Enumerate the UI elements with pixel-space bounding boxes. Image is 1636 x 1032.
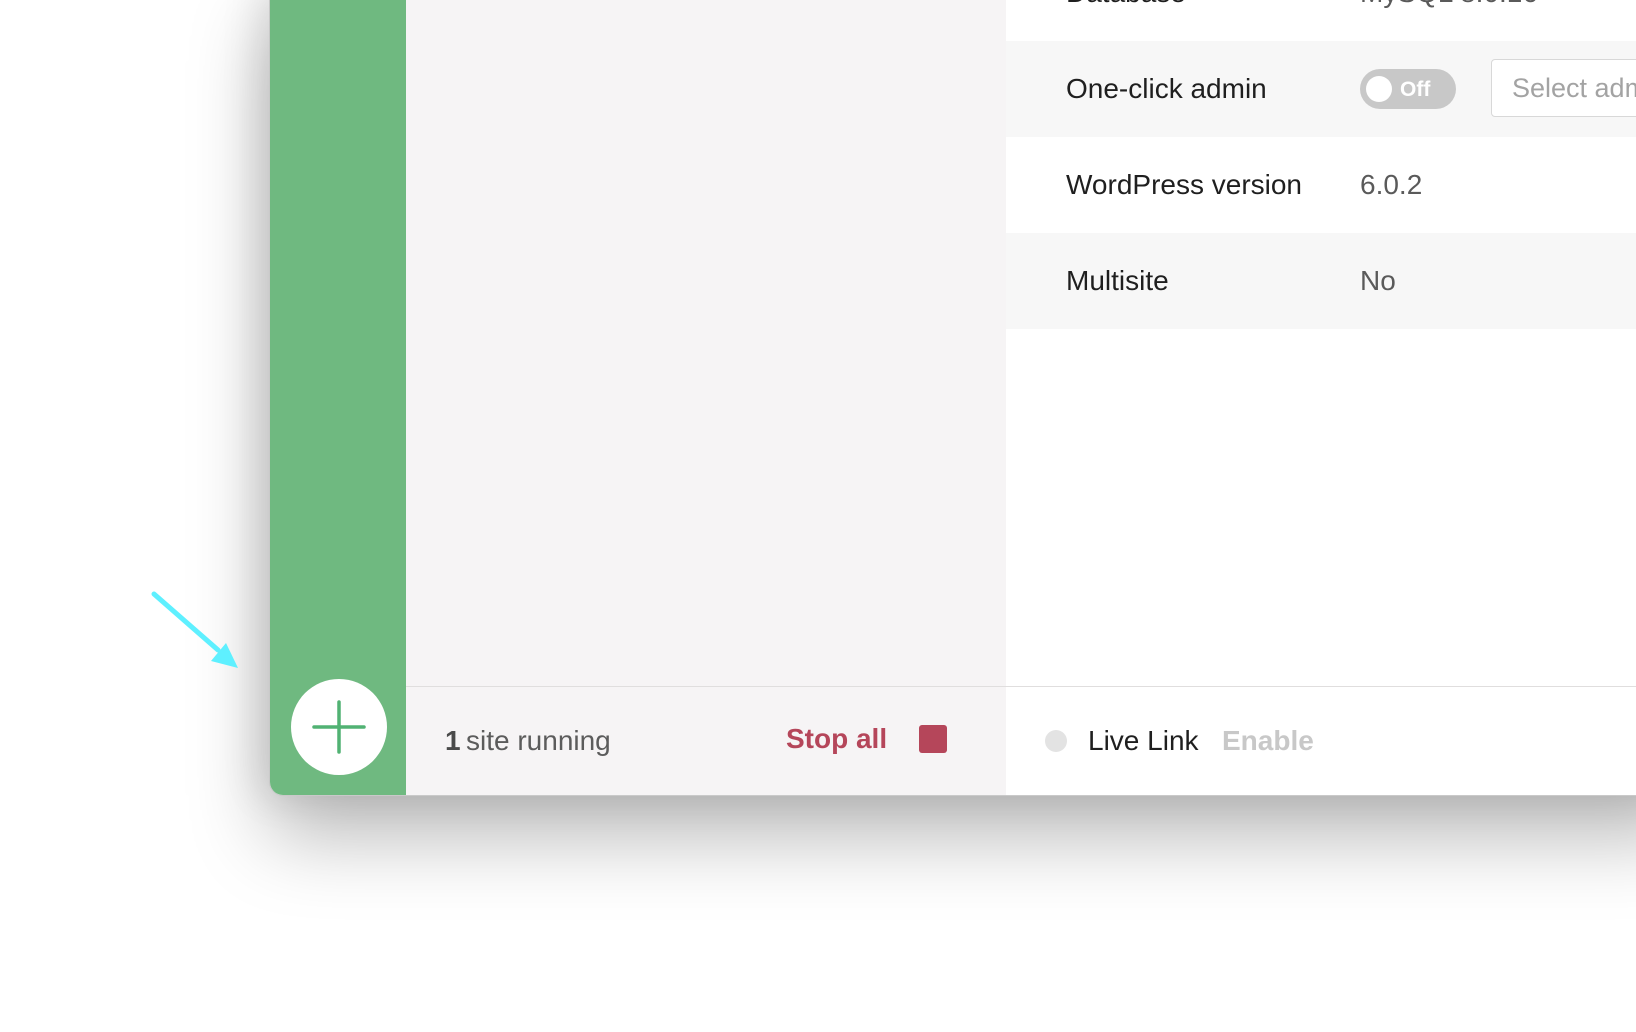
admin-user-select[interactable]: Select admin xyxy=(1491,59,1636,117)
status-dot-icon xyxy=(1045,730,1067,752)
footer-status-bar: 1 site running Stop all xyxy=(406,686,1006,795)
toggle-state-label: Off xyxy=(1400,78,1431,101)
database-value: MySQL 8.0.16 xyxy=(1360,0,1538,9)
wordpress-version-value: 6.0.2 xyxy=(1360,169,1423,200)
wordpress-version-label: WordPress version xyxy=(1066,169,1303,200)
site-list-panel xyxy=(406,0,1006,686)
running-site-count: 1 xyxy=(445,725,461,756)
app-window: Database MySQL 8.0.16 One-click admin Of… xyxy=(269,0,1636,796)
add-site-button[interactable] xyxy=(291,679,387,775)
sidebar xyxy=(270,0,406,795)
running-site-text: site running xyxy=(466,725,611,756)
site-details-panel: Database MySQL 8.0.16 One-click admin Of… xyxy=(1006,0,1636,686)
detail-row-one-click-admin: One-click admin Off Select admin xyxy=(1006,41,1636,137)
one-click-admin-toggle[interactable]: Off xyxy=(1360,69,1456,109)
detail-row-multisite: Multisite No xyxy=(1006,233,1636,329)
stop-square-icon[interactable] xyxy=(919,725,947,753)
screenshot-stage: Database MySQL 8.0.16 One-click admin Of… xyxy=(0,0,1636,1032)
toggle-knob xyxy=(1366,76,1392,102)
plus-icon xyxy=(312,700,366,754)
detail-row-database: Database MySQL 8.0.16 xyxy=(1006,0,1636,41)
database-label: Database xyxy=(1066,0,1186,9)
arrow-icon xyxy=(151,591,238,668)
live-link-label: Live Link xyxy=(1088,725,1199,756)
multisite-label: Multisite xyxy=(1066,265,1169,296)
stop-all-button[interactable]: Stop all xyxy=(786,723,887,755)
live-link-enable-button[interactable]: Enable xyxy=(1222,725,1314,757)
multisite-value: No xyxy=(1360,265,1396,296)
live-link-bar: Live Link Enable xyxy=(1006,686,1636,795)
one-click-admin-label: One-click admin xyxy=(1066,73,1267,104)
detail-row-wordpress-version: WordPress version 6.0.2 xyxy=(1006,137,1636,233)
